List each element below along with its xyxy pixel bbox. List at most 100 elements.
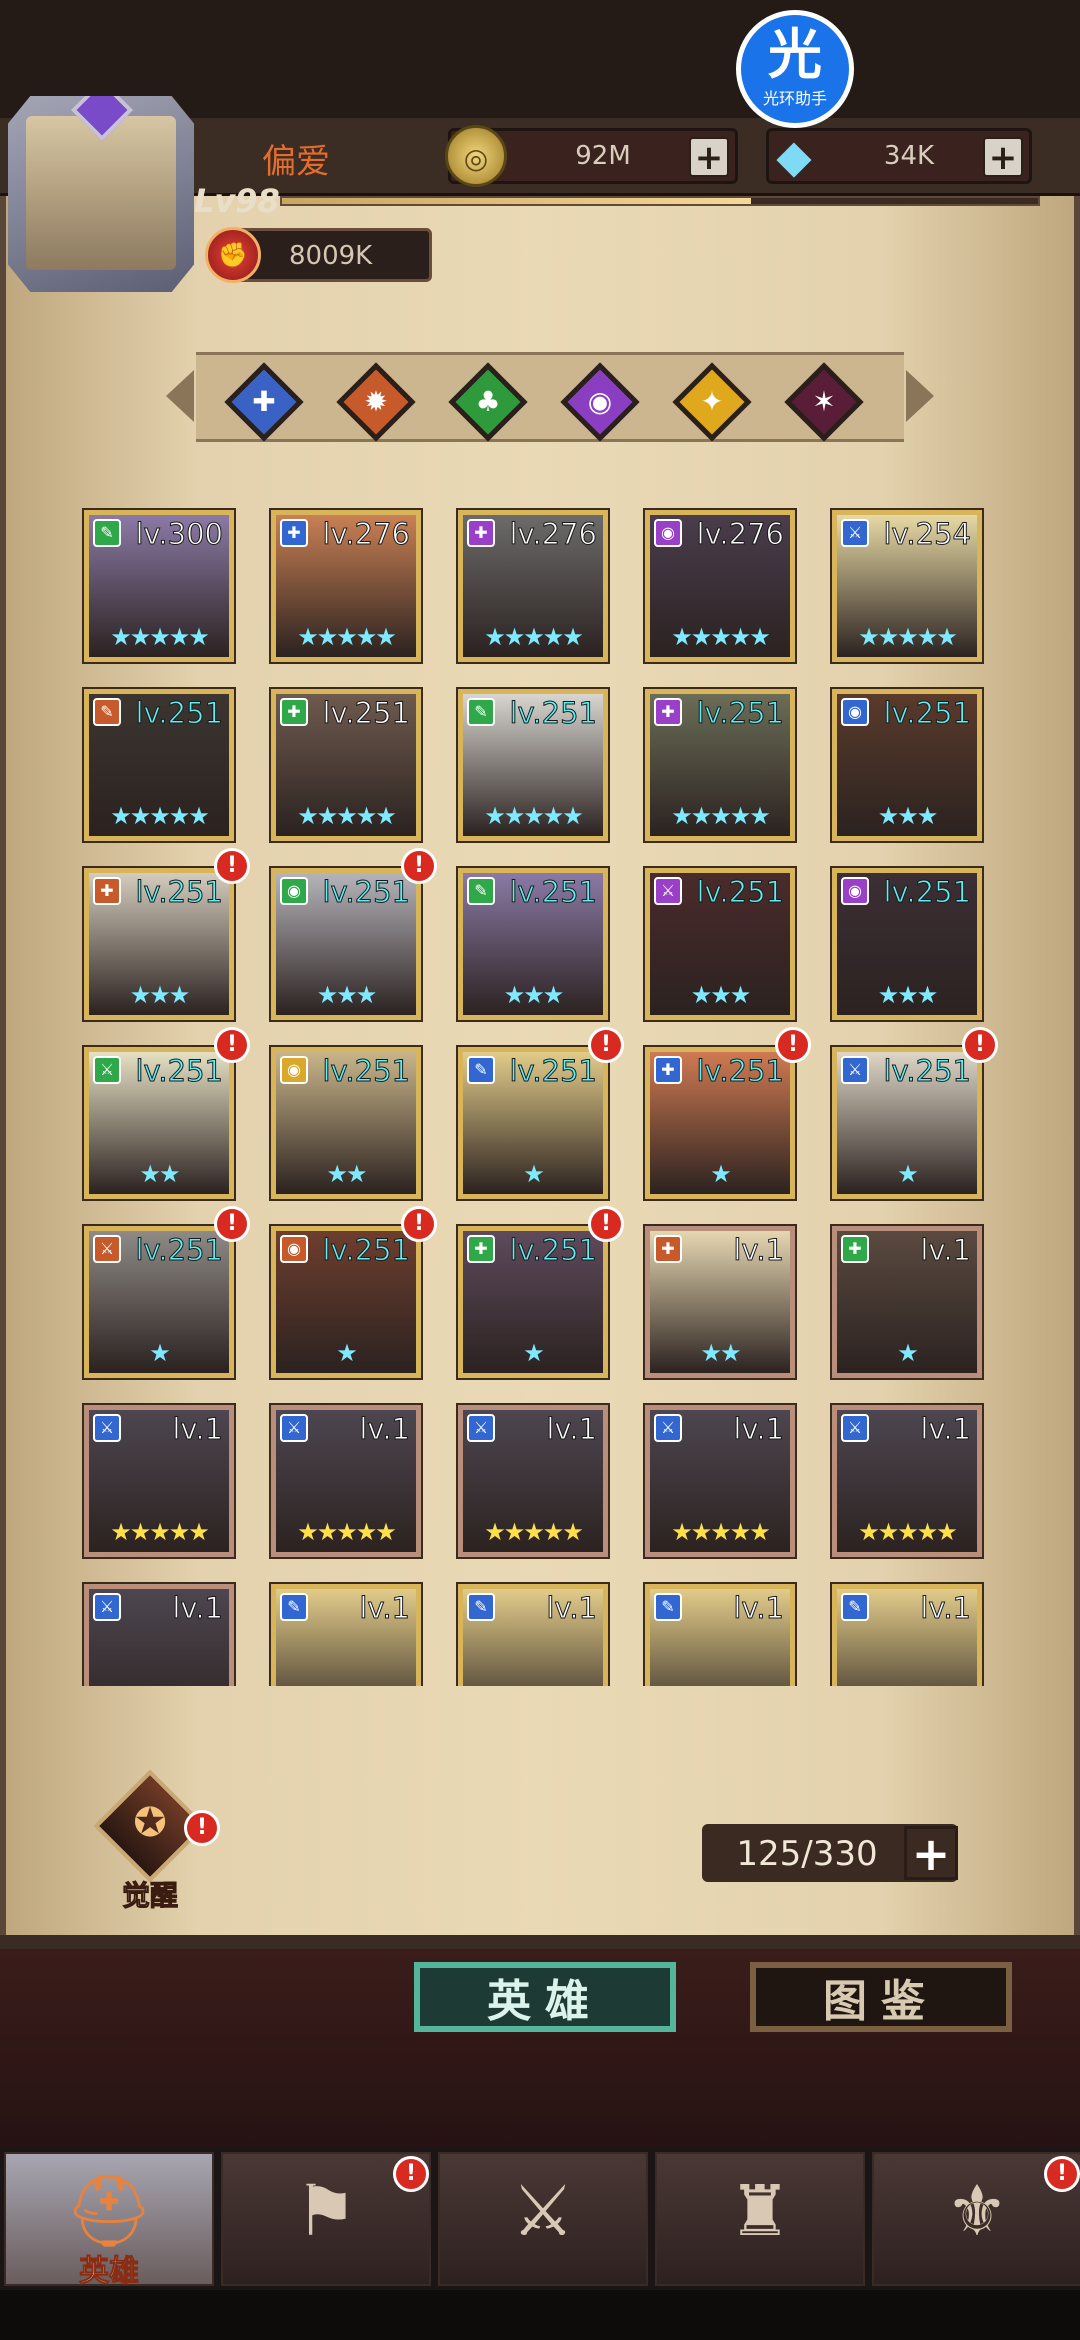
hero-level: lv.1 [733, 1412, 785, 1447]
eye-class-icon[interactable]: ◉ [560, 362, 640, 442]
add-gems-button[interactable]: + [983, 137, 1023, 177]
clover-class-icon[interactable]: ♣ [448, 362, 528, 442]
hero-stars: ★★★★★ [671, 802, 771, 830]
player-level: Lv98 [194, 182, 280, 220]
hero-level: lv.251 [135, 696, 224, 731]
hero-level: lv.251 [509, 1054, 598, 1089]
hero-card[interactable]: ⚔ lv.1 ★★★★★ [645, 1405, 795, 1557]
hero-class-icon: ⚔ [841, 1414, 869, 1442]
hero-card[interactable]: ◉ lv.276 ★★★★★ [645, 510, 795, 662]
hero-card[interactable]: ⚔ lv.1 ★★★★★ [271, 1405, 421, 1557]
sun-class-icon[interactable]: ✹ [336, 362, 416, 442]
hero-card[interactable]: ✎ lv.1 [645, 1584, 795, 1686]
expand-capacity-button[interactable]: + [904, 1826, 958, 1880]
awaken-button[interactable]: ✪ 觉醒 ! [88, 1769, 220, 1914]
tab-heroes[interactable]: 英雄 [414, 1962, 676, 2032]
hero-card[interactable]: ◉ lv.251 ★★ [271, 1047, 421, 1199]
hero-stars: ★★ [139, 1160, 180, 1188]
nav-castle[interactable]: ♜ [655, 2152, 865, 2286]
hero-card[interactable]: ✚ lv.1 ★★ [645, 1226, 795, 1378]
star-class-icon[interactable]: ✦ [672, 362, 752, 442]
helper-label: 光环助手 [762, 89, 827, 108]
hero-card[interactable]: ✎ lv.251 ★★★ [458, 868, 608, 1020]
hero-card[interactable]: ◉ lv.251 ★★★ [832, 868, 982, 1020]
hero-card[interactable]: ⚔ lv.1 ★★★★★ [458, 1405, 608, 1557]
hero-card[interactable]: ✚ lv.251 ★★★★★ [271, 689, 421, 841]
crossed-swords-icon: ⚔ [511, 2170, 575, 2252]
hero-card[interactable]: ⚔ lv.1 [84, 1584, 234, 1686]
hero-capacity: 125/330 + [702, 1824, 958, 1882]
hero-stars: ★★★ [503, 981, 565, 1009]
rune-class-icon[interactable]: ✶ [784, 362, 864, 442]
hero-stars: ★★★ [877, 981, 939, 1009]
hero-level: lv.251 [509, 696, 598, 731]
hero-class-icon: ✚ [93, 877, 121, 905]
hero-card[interactable]: ✎ lv.251 ★★★★★ [84, 689, 234, 841]
hero-card[interactable]: ⚔ lv.251 ★ [832, 1047, 982, 1199]
add-gold-button[interactable]: + [689, 137, 729, 177]
hero-card[interactable]: ✚ lv.251 ★★★★★ [645, 689, 795, 841]
hero-class-icon: ✎ [467, 877, 495, 905]
hero-card[interactable]: ✎ lv.251 ★ [458, 1047, 608, 1199]
filter-right-arrow-icon [906, 370, 934, 422]
nav-flag[interactable]: ⚑! [221, 2152, 431, 2286]
hero-level: lv.251 [322, 1233, 411, 1268]
player-avatar[interactable] [8, 96, 194, 292]
hero-alert-badge: ! [401, 848, 437, 884]
hero-card[interactable]: ⚔ lv.1 ★★★★★ [832, 1405, 982, 1557]
hero-level: lv.1 [359, 1412, 411, 1447]
hero-card[interactable]: ⚔ lv.251 ★ [84, 1226, 234, 1378]
helper-overlay-button[interactable]: 光 光环助手 [736, 10, 854, 128]
hero-level: lv.251 [135, 1054, 224, 1089]
nav-label: 英雄 [79, 2254, 140, 2290]
hero-card[interactable]: ✚ lv.251 ★ [645, 1047, 795, 1199]
hero-class-icon: ✎ [467, 1593, 495, 1621]
nav-crossed-swords[interactable]: ⚔ [438, 2152, 648, 2286]
nav-helmet[interactable]: ⛑ 英雄 [4, 2152, 214, 2290]
hero-card[interactable]: ✚ lv.1 ★ [832, 1226, 982, 1378]
staff-class-icon[interactable]: ✚ [224, 362, 304, 442]
hero-card[interactable]: ◉ lv.251 ★ [271, 1226, 421, 1378]
hero-stars: ★★★★★ [858, 623, 958, 651]
hero-level: lv.251 [509, 875, 598, 910]
class-filter-glyph: ♣ [475, 385, 501, 418]
hero-card[interactable]: ⚔ lv.251 ★★ [84, 1047, 234, 1199]
hero-class-icon: ⚔ [93, 1414, 121, 1442]
awaken-label: 觉醒 [121, 1879, 178, 1913]
hero-card[interactable]: ◉ lv.251 ★★★ [832, 689, 982, 841]
power-display: ✊ 8009K [205, 227, 432, 283]
gold-value: 92M [575, 141, 631, 171]
hero-class-icon: ⚔ [654, 877, 682, 905]
hero-card[interactable]: ✎ lv.300 ★★★★★ [84, 510, 234, 662]
hero-alert-badge: ! [214, 848, 250, 884]
nav-guild[interactable]: ⚜! [872, 2152, 1080, 2286]
hero-stars: ★★★★★ [484, 1518, 584, 1546]
hero-level: lv.251 [322, 696, 411, 731]
hero-stars: ★★ [326, 1160, 367, 1188]
hero-level: lv.251 [322, 875, 411, 910]
hero-card[interactable]: ✚ lv.276 ★★★★★ [271, 510, 421, 662]
hero-level: lv.1 [172, 1412, 224, 1447]
hero-level: lv.276 [322, 517, 411, 552]
class-filter-glyph: ✚ [252, 385, 276, 418]
hero-alert-badge: ! [588, 1027, 624, 1063]
hero-level: lv.300 [135, 517, 224, 552]
hero-card[interactable]: ✚ lv.251 ★ [458, 1226, 608, 1378]
hero-card[interactable]: ◉ lv.251 ★★★ [271, 868, 421, 1020]
hero-card[interactable]: ✚ lv.276 ★★★★★ [458, 510, 608, 662]
hero-card[interactable]: ⚔ lv.1 ★★★★★ [84, 1405, 234, 1557]
hero-card[interactable]: ✎ lv.1 [271, 1584, 421, 1686]
hero-alert-badge: ! [214, 1206, 250, 1242]
tab-codex[interactable]: 图鉴 [750, 1962, 1012, 2032]
hero-card[interactable]: ⚔ lv.251 ★★★ [645, 868, 795, 1020]
hero-card[interactable]: ✎ lv.1 [832, 1584, 982, 1686]
hero-card[interactable]: ⚔ lv.254 ★★★★★ [832, 510, 982, 662]
system-nav-strip [0, 2290, 1080, 2340]
hero-card[interactable]: ✚ lv.251 ★★★ [84, 868, 234, 1020]
hero-card[interactable]: ✎ lv.1 [458, 1584, 608, 1686]
hero-stars: ★★★★★ [484, 623, 584, 651]
hero-card[interactable]: ✎ lv.251 ★★★★★ [458, 689, 608, 841]
hero-stars: ★ [523, 1160, 545, 1188]
hero-stars: ★★★★★ [110, 1518, 210, 1546]
hero-stars: ★★★★★ [110, 802, 210, 830]
